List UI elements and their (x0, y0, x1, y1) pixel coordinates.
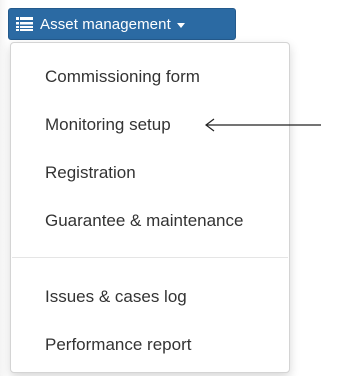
dropdown-menu: Commissioning form Monitoring setup Regi… (10, 42, 290, 373)
dropdown-label: Asset management (40, 15, 171, 33)
menu-item-registration[interactable]: Registration (11, 153, 289, 193)
background-page-edge (0, 0, 8, 376)
menu-item-issues-cases-log[interactable]: Issues & cases log (11, 277, 289, 317)
caret-down-icon (176, 22, 185, 28)
menu-item-performance-report[interactable]: Performance report (11, 325, 289, 365)
menu-item-commissioning-form[interactable]: Commissioning form (11, 57, 289, 97)
asset-management-dropdown-button[interactable]: Asset management (8, 8, 236, 40)
screenshot-stage: Asset management Commissioning form Moni… (0, 0, 338, 376)
arrow-left-icon (205, 118, 321, 132)
list-icon (16, 17, 33, 31)
menu-item-guarantee-maintenance[interactable]: Guarantee & maintenance (11, 201, 289, 241)
menu-divider (12, 257, 288, 258)
